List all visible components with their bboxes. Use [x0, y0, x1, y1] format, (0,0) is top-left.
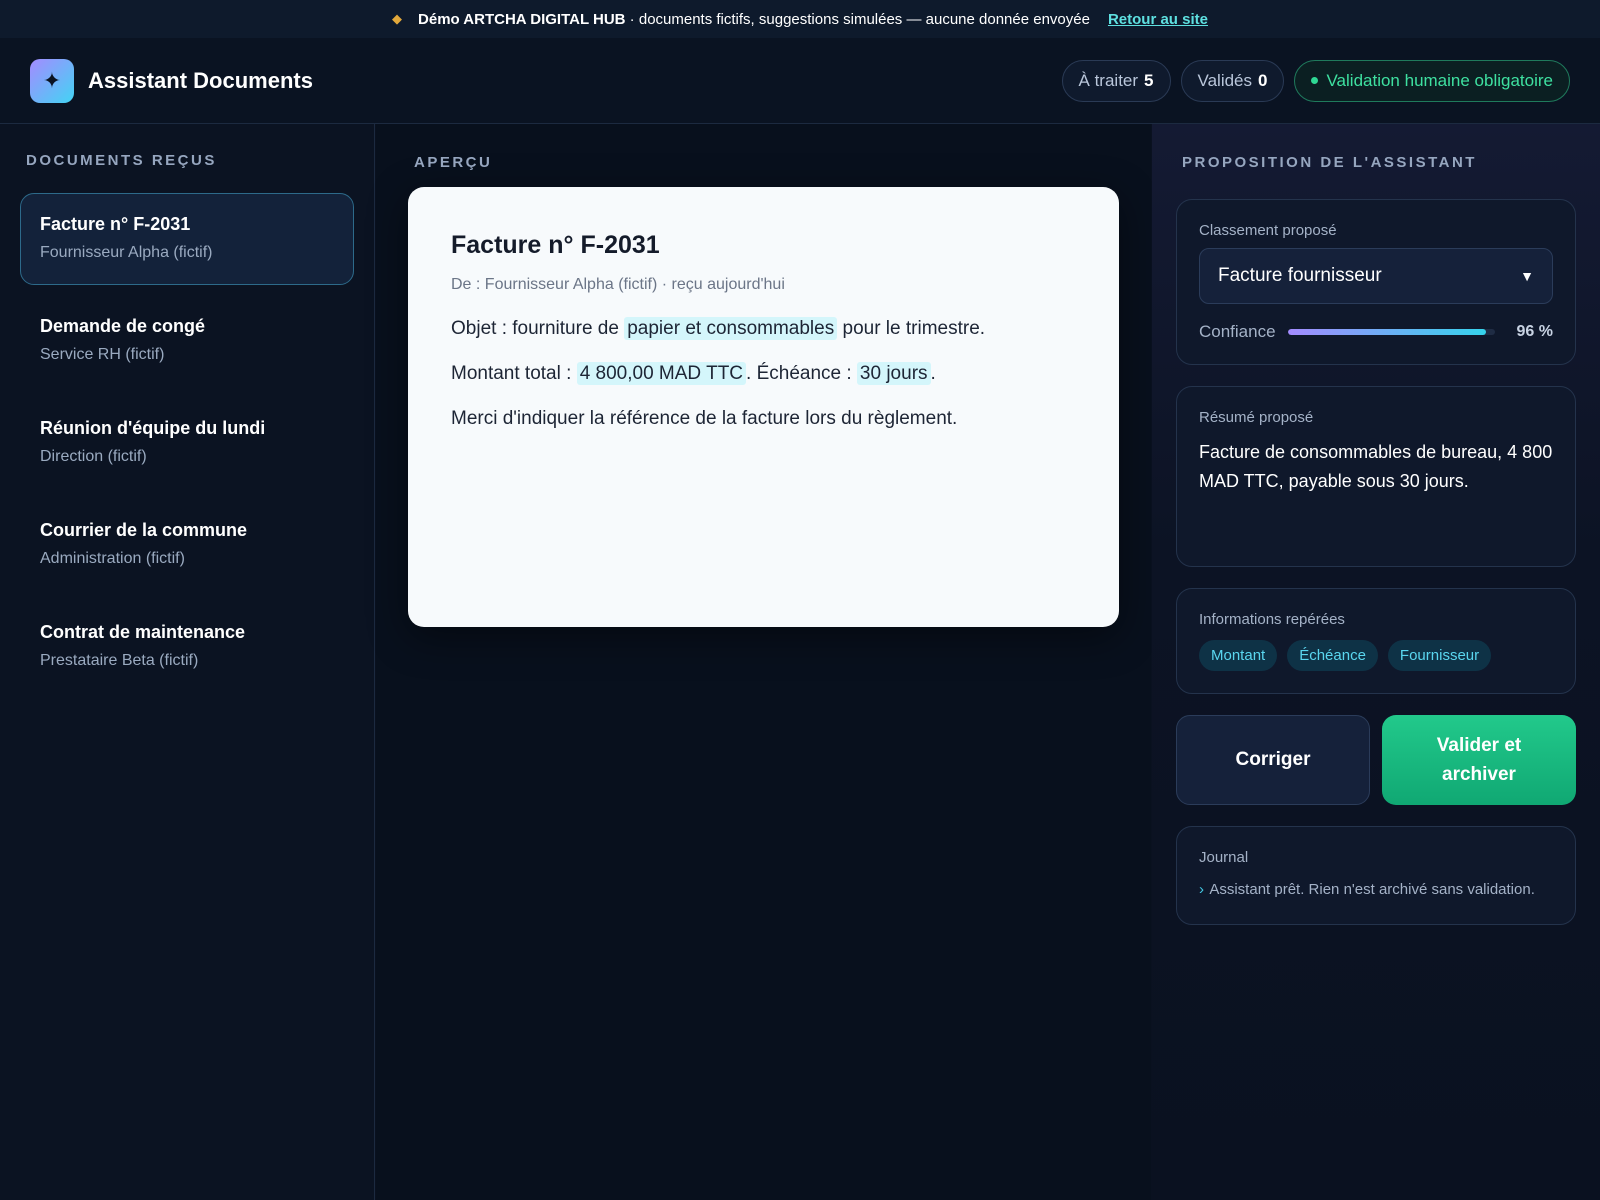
- assistant-section-label: Proposition de l'assistant: [1182, 154, 1477, 171]
- preview-section-label: Aperçu: [414, 154, 493, 171]
- document-item-maintenance-contract[interactable]: Contrat de maintenance Prestataire Beta …: [20, 601, 354, 693]
- confidence-label: Confiance: [1199, 322, 1276, 341]
- preview-panel: Aperçu Facture n° F-2031 De : Fournisseu…: [376, 124, 1151, 1200]
- validate-archive-button[interactable]: Valider et archiver: [1382, 715, 1576, 805]
- diamond-icon: ◆: [392, 11, 403, 26]
- document-sender: Direction (fictif): [40, 448, 147, 465]
- document-title: Contrat de maintenance: [40, 622, 246, 642]
- summary-card: Résumé proposé Facture de consommables d…: [1176, 386, 1576, 567]
- summary-label: Résumé proposé: [1199, 409, 1314, 426]
- highlight-due-date: 30 jours: [856, 361, 931, 385]
- validated-counter: Validés 0: [1180, 59, 1285, 102]
- demo-banner: ◆ Démo ARTCHA DIGITAL HUB · documents fi…: [0, 0, 1600, 38]
- action-buttons: Corriger Valider et archiver: [1176, 715, 1576, 805]
- header-status: À traiter 5 Validés 0 Validation humaine o…: [1061, 59, 1570, 102]
- confidence-bar-fill: [1287, 329, 1487, 335]
- classification-select[interactable]: Facture fournisseur ▼: [1199, 248, 1553, 304]
- preview-document-meta: De : Fournisseur Alpha (fictif) · reçu a…: [451, 276, 785, 293]
- app-header: ✦ Assistant Documents À traiter 5 Validés…: [0, 38, 1600, 124]
- documents-sidebar: Documents reçus Facture n° F-2031 Fourni…: [0, 124, 375, 1200]
- confidence-value: 96 %: [1516, 323, 1553, 340]
- document-title: Courrier de la commune: [40, 520, 248, 540]
- preview-line-amount: Montant total : 4 800,00 MAD TTC. Échéan…: [451, 361, 936, 385]
- app-title: Assistant Documents: [88, 67, 313, 93]
- highlight-subject: papier et consommables: [624, 317, 838, 340]
- journal-entry: › Assistant prêt. Rien n'est archivé san…: [1199, 881, 1535, 898]
- document-title: Facture n° F-2031: [40, 214, 191, 234]
- preview-document-title: Facture n° F-2031: [451, 231, 660, 259]
- document-title: Demande de congé: [40, 316, 206, 336]
- status-dot-icon: [1311, 77, 1319, 84]
- confidence-bar: [1287, 329, 1495, 335]
- document-sender: Fournisseur Alpha (fictif): [40, 244, 213, 261]
- tag-due-date: Échéance: [1287, 640, 1378, 671]
- assistant-panel: Proposition de l'assistant Classement pr…: [1152, 124, 1600, 1200]
- journal-card: Journal › Assistant prêt. Rien n'est arc…: [1176, 826, 1576, 925]
- detected-info-label: Informations repérées: [1199, 611, 1345, 628]
- detected-info-tags: Montant Échéance Fournisseur: [1199, 640, 1553, 671]
- sidebar-section-label: Documents reçus: [26, 152, 217, 169]
- confidence-row: Confiance 96 %: [1199, 322, 1553, 342]
- correct-button[interactable]: Corriger: [1176, 715, 1370, 805]
- banner-message: Démo ARTCHA DIGITAL HUB · documents fict…: [418, 10, 1090, 28]
- tag-supplier: Fournisseur: [1387, 640, 1492, 671]
- highlight-amount: 4 800,00 MAD TTC: [576, 361, 747, 385]
- preview-line-subject: Objet : fourniture de papier et consomma…: [451, 317, 986, 340]
- summary-text: Facture de consommables de bureau, 4 800…: [1199, 442, 1553, 491]
- document-item-leave-request[interactable]: Demande de congé Service RH (fictif): [20, 295, 354, 387]
- journal-label: Journal: [1199, 849, 1249, 866]
- sparkle-icon: ✦: [30, 58, 74, 103]
- classification-label: Classement proposé: [1199, 222, 1337, 239]
- tag-amount: Montant: [1199, 640, 1278, 671]
- document-item-team-meeting[interactable]: Réunion d'équipe du lundi Direction (fic…: [20, 397, 354, 489]
- to-process-counter: À traiter 5: [1061, 59, 1171, 102]
- document-sender: Prestataire Beta (fictif): [40, 652, 199, 669]
- document-preview: Facture n° F-2031 De : Fournisseur Alpha…: [408, 187, 1119, 627]
- document-item-municipal-letter[interactable]: Courrier de la commune Administration (f…: [20, 499, 354, 591]
- preview-line-reference: Merci d'indiquer la référence de la fact…: [451, 407, 958, 429]
- classification-card: Classement proposé Facture fournisseur ▼…: [1176, 199, 1576, 365]
- detected-info-card: Informations repérées Montant Échéance F…: [1176, 588, 1576, 694]
- document-item-invoice[interactable]: Facture n° F-2031 Fournisseur Alpha (fic…: [20, 193, 354, 285]
- chevron-right-icon: ›: [1199, 881, 1204, 898]
- human-validation-badge: Validation humaine obligatoire: [1294, 59, 1570, 102]
- back-to-site-link[interactable]: Retour au site: [1108, 11, 1208, 28]
- document-sender: Service RH (fictif): [40, 346, 165, 363]
- document-title: Réunion d'équipe du lundi: [40, 418, 266, 438]
- document-sender: Administration (fictif): [40, 550, 185, 567]
- chevron-down-icon: ▼: [1520, 268, 1534, 284]
